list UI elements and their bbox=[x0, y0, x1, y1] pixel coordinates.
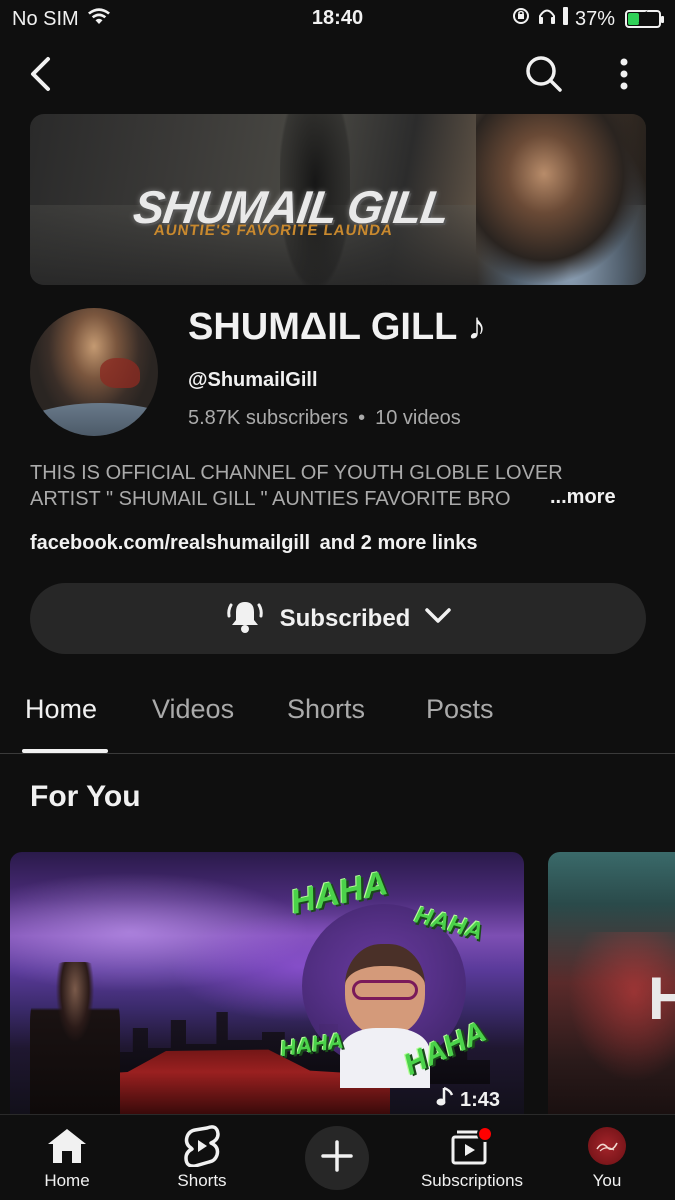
channel-stats: 5.87K subscribers • 10 videos bbox=[188, 407, 461, 430]
you-nav-icon bbox=[547, 1125, 667, 1167]
more-options-button[interactable] bbox=[600, 52, 648, 100]
tab-home[interactable]: Home bbox=[25, 694, 97, 725]
nav-shorts[interactable]: Shorts bbox=[142, 1125, 262, 1191]
create-button[interactable] bbox=[305, 1126, 369, 1190]
nav-home-label: Home bbox=[44, 1171, 90, 1190]
tab-videos[interactable]: Videos bbox=[152, 694, 234, 725]
home-icon bbox=[7, 1125, 127, 1167]
subscribed-button[interactable]: Subscribed bbox=[30, 583, 646, 654]
channel-tabs: Home Videos Shorts Posts bbox=[0, 680, 675, 754]
facebook-link[interactable]: facebook.com/realshumailgill bbox=[30, 532, 310, 554]
create-plus-icon bbox=[320, 1139, 354, 1178]
charging-bolt-icon: ⚡ bbox=[637, 8, 649, 27]
channel-avatar[interactable] bbox=[30, 308, 158, 436]
section-title: For You bbox=[30, 780, 141, 813]
avatar-detail bbox=[100, 358, 140, 388]
back-arrow-icon bbox=[26, 56, 54, 97]
subscriber-count: 5.87K subscribers bbox=[188, 407, 349, 429]
thumbnail-person bbox=[30, 962, 120, 1114]
thumbnail-emoji-glasses bbox=[352, 980, 418, 1000]
stats-separator: • bbox=[358, 407, 366, 429]
top-app-bar bbox=[0, 48, 675, 104]
video-thumbnail[interactable]: HAHA HAHA HAHA HAHA 1:43 bbox=[10, 852, 524, 1114]
you-avatar-icon bbox=[588, 1127, 626, 1165]
back-button[interactable] bbox=[16, 52, 64, 100]
video-thumbnail[interactable]: H bbox=[548, 852, 675, 1114]
video-count: 10 videos bbox=[375, 407, 461, 429]
battery-percent: 37% bbox=[574, 7, 615, 30]
nav-you[interactable]: You bbox=[547, 1125, 667, 1191]
thumbnail-text: H bbox=[648, 965, 675, 1032]
video-duration-badge: 1:43 bbox=[436, 1086, 500, 1114]
description-line-1: THIS IS OFFICIAL CHANNEL OF YOUTH GLOBLE… bbox=[30, 462, 563, 484]
search-button[interactable] bbox=[520, 52, 568, 100]
banner-person-image bbox=[476, 114, 646, 285]
channel-banner[interactable]: SHUMAIL GILL AUNTIE'S FAVORITE LAUNDA bbox=[30, 114, 646, 285]
description-line-2-text: ARTIST " SHUMAIL GILL " AUNTIES FAVORITE… bbox=[30, 488, 511, 510]
description-fade bbox=[510, 486, 550, 512]
nav-subscriptions[interactable]: Subscriptions bbox=[412, 1125, 532, 1191]
status-right: 37% ⚡ bbox=[511, 6, 664, 32]
nav-subscriptions-label: Subscriptions bbox=[420, 1171, 524, 1190]
channel-links[interactable]: facebook.com/realshumailgill and 2 more … bbox=[30, 532, 478, 555]
avatar-detail-lower bbox=[30, 403, 158, 436]
shorts-icon bbox=[142, 1125, 262, 1167]
notification-bell-icon bbox=[224, 595, 266, 642]
signal-icon bbox=[562, 7, 569, 31]
description-line-2: ARTIST " SHUMAIL GILL " AUNTIES FAVORITE… bbox=[30, 486, 550, 512]
subscriptions-icon bbox=[412, 1125, 532, 1167]
description-more-link[interactable]: ...more bbox=[550, 486, 616, 509]
channel-description[interactable]: THIS IS OFFICIAL CHANNEL OF YOUTH GLOBLE… bbox=[30, 460, 630, 512]
video-duration: 1:43 bbox=[459, 1088, 500, 1111]
orientation-lock-icon bbox=[511, 6, 531, 32]
channel-handle: @ShumailGill bbox=[188, 369, 318, 391]
more-vert-icon bbox=[619, 57, 629, 96]
chevron-down-icon bbox=[424, 607, 452, 630]
tab-shorts[interactable]: Shorts bbox=[287, 694, 365, 725]
subscribed-label: Subscribed bbox=[279, 604, 411, 632]
nav-home[interactable]: Home bbox=[7, 1125, 127, 1191]
banner-subtitle: AUNTIE'S FAVORITE LAUNDA bbox=[152, 222, 395, 239]
channel-page: No SIM 18:40 37% ⚡ SHUMAIL GILL AUNTIE'S… bbox=[0, 0, 675, 1200]
headphones-icon bbox=[537, 6, 557, 32]
nav-shorts-label: Shorts bbox=[177, 1171, 227, 1190]
active-tab-indicator bbox=[22, 749, 108, 753]
music-note-icon bbox=[436, 1086, 456, 1114]
search-icon bbox=[525, 55, 563, 98]
nav-you-label: You bbox=[592, 1171, 622, 1190]
tab-posts[interactable]: Posts bbox=[426, 694, 494, 725]
more-links[interactable]: and 2 more links bbox=[320, 532, 478, 554]
status-bar: No SIM 18:40 37% ⚡ bbox=[0, 0, 675, 38]
bottom-navigation: Home Shorts Subscriptions You bbox=[0, 1114, 675, 1200]
channel-name: SHUMΔIL GILL ♪ bbox=[188, 306, 487, 348]
battery-icon: ⚡ bbox=[625, 8, 664, 28]
